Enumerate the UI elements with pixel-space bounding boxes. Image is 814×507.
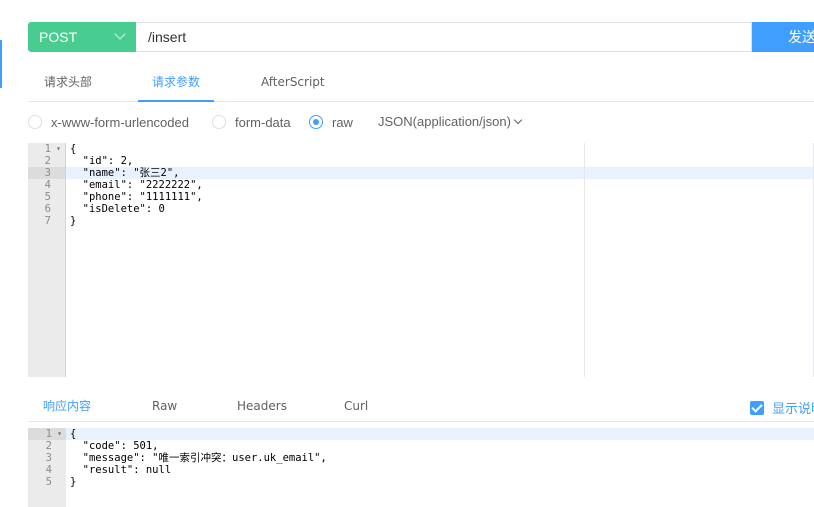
line-number: 4 <box>44 179 51 191</box>
code-line: } <box>70 215 77 227</box>
radio-circle <box>28 115 42 129</box>
line-number: 1 ▾ <box>28 428 66 440</box>
code-line: "code": 501, <box>70 440 159 452</box>
radio-urlencoded[interactable]: x-www-form-urlencoded <box>28 112 189 132</box>
radio-circle-checked <box>309 115 323 129</box>
radio-label: raw <box>332 114 353 130</box>
method-select[interactable]: POST <box>28 22 136 52</box>
code-line: "isDelete": 0 <box>70 203 165 215</box>
code-line: "id": 2, <box>70 155 134 167</box>
line-number: 5 <box>45 476 52 488</box>
line-number: 6 <box>44 203 51 215</box>
code-area[interactable]: { "code": 501, "message": "唯一索引冲突：user.u… <box>66 428 814 507</box>
code-line: { <box>70 143 77 155</box>
editor-gutter: 1 ▾ 2 3 4 5 6 7 <box>28 143 66 377</box>
content-type-select[interactable]: JSON(application/json) <box>378 112 523 132</box>
tab-curl[interactable]: Curl <box>344 390 368 422</box>
line-number: 7 <box>44 215 51 227</box>
tab-request-headers[interactable]: 请求头部 <box>44 62 92 102</box>
line-number: 3 <box>45 452 52 464</box>
fold-arrow-icon[interactable]: ▾ <box>56 143 61 155</box>
radio-form-data[interactable]: form-data <box>212 112 291 132</box>
line-number: 1 ▾ <box>44 143 61 155</box>
show-description-checkbox[interactable]: 显示说明 <box>750 398 814 417</box>
code-line: { <box>66 428 814 440</box>
response-tabs: 响应内容 Raw Headers Curl 显示说明 <box>28 390 814 422</box>
url-bar: POST 发送 <box>28 22 814 52</box>
tab-response-content[interactable]: 响应内容 <box>43 390 91 422</box>
tab-afterscript[interactable]: AfterScript <box>261 62 325 102</box>
fold-arrow-icon[interactable]: ▾ <box>57 428 62 440</box>
line-number: 3 <box>28 167 65 179</box>
code-area[interactable]: { "id": 2, "name": "张三2", "email": "2222… <box>66 143 813 377</box>
code-line: "message": "唯一索引冲突：user.uk_email", <box>70 452 327 464</box>
radio-label: x-www-form-urlencoded <box>51 114 189 130</box>
line-number: 2 <box>44 155 51 167</box>
request-tabs: 请求头部 请求参数 AfterScript <box>28 62 814 102</box>
chevron-down-icon <box>513 115 523 125</box>
request-body-editor[interactable]: 1 ▾ 2 3 4 5 6 7 { "id": 2, "name": "张三2",… <box>28 143 814 377</box>
code-line: "email": "2222222", <box>70 179 203 191</box>
response-body-editor[interactable]: 1 ▾ 2 3 4 5 { "code": 501, "message": "唯一… <box>28 428 814 507</box>
send-button[interactable]: 发送 <box>752 22 814 52</box>
tab-raw[interactable]: Raw <box>152 390 177 422</box>
radio-circle <box>212 115 226 129</box>
line-number: 5 <box>44 191 51 203</box>
line-number: 4 <box>45 464 52 476</box>
chevron-down-icon <box>114 28 126 40</box>
active-tab-indicator <box>138 100 214 102</box>
tab-request-params[interactable]: 请求参数 <box>152 62 200 102</box>
code-line: "result": null <box>70 464 172 476</box>
show-description-label: 显示说明 <box>772 402 814 417</box>
content-type-value: JSON(application/json) <box>378 114 511 129</box>
tab-headers[interactable]: Headers <box>237 390 287 422</box>
line-number: 2 <box>45 440 52 452</box>
code-line: "name": "张三2", <box>66 167 813 179</box>
radio-raw[interactable]: raw <box>309 112 353 132</box>
radio-label: form-data <box>235 114 291 130</box>
code-line: "phone": "1111111", <box>70 191 203 203</box>
url-input[interactable] <box>136 22 752 52</box>
method-value: POST <box>39 29 78 45</box>
body-type-radio-group: x-www-form-urlencoded form-data raw JSON… <box>28 112 814 132</box>
checkbox-checked-icon <box>750 400 764 415</box>
editor-gutter: 1 ▾ 2 3 4 5 <box>28 428 66 507</box>
code-line: } <box>70 476 77 488</box>
print-margin <box>584 143 585 377</box>
left-accent-bar <box>0 40 2 88</box>
